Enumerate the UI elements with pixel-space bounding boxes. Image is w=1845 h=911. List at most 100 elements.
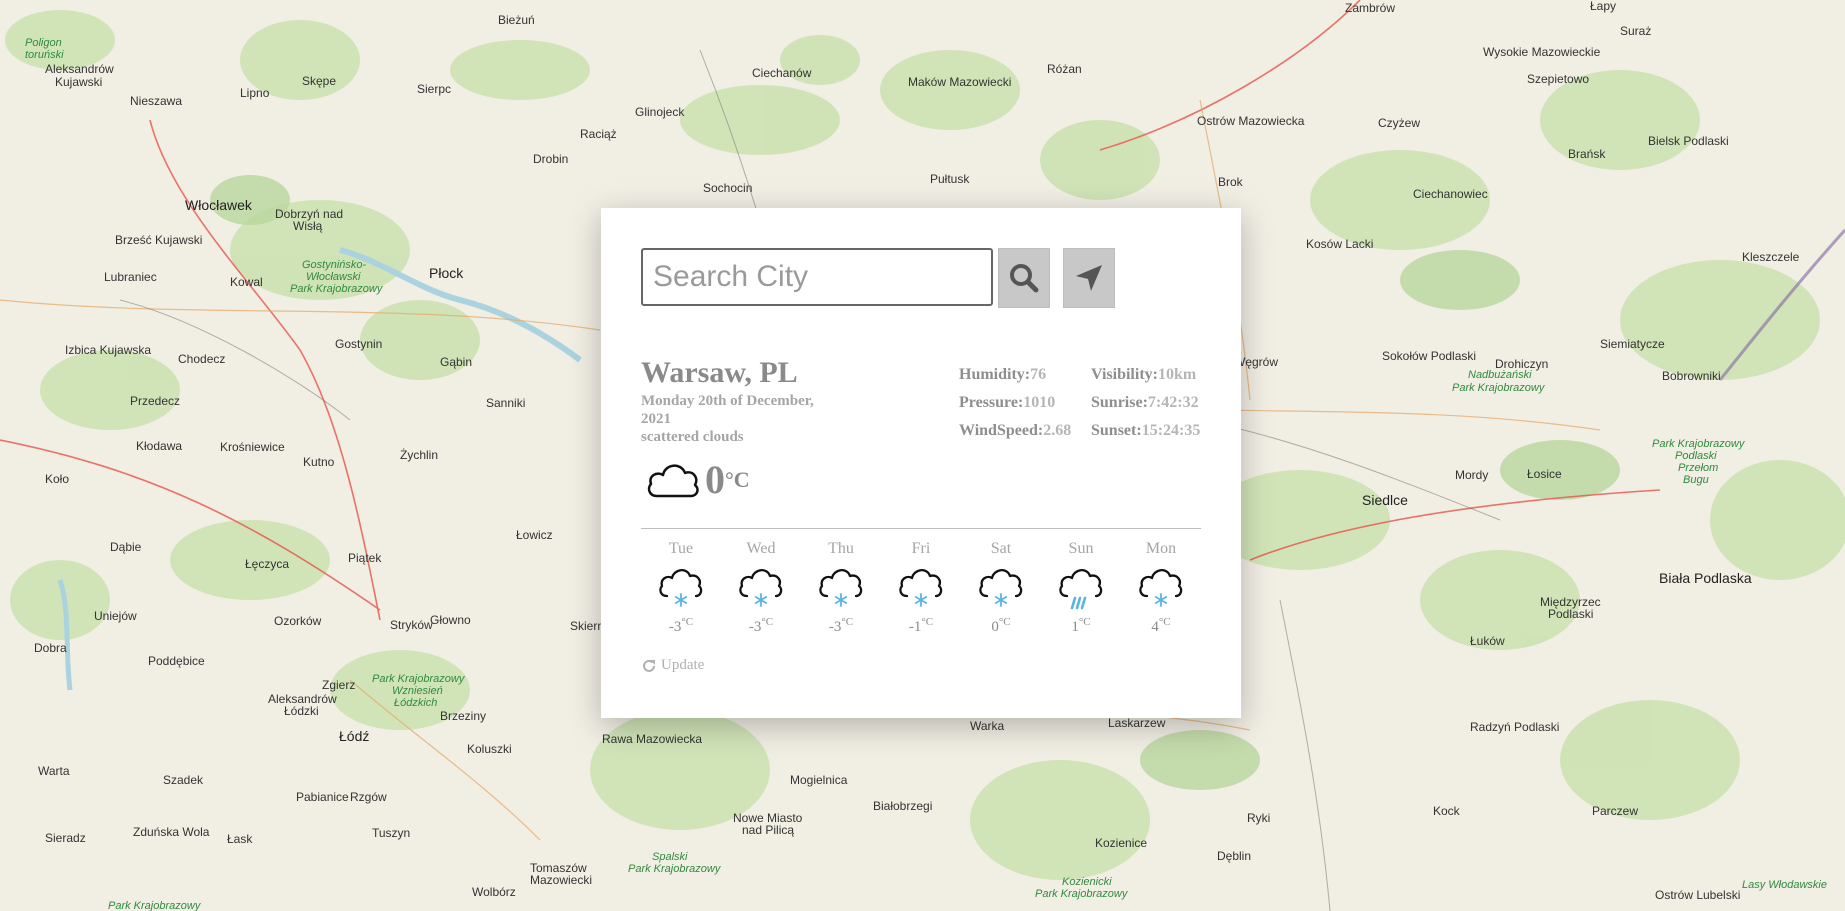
humidity-label: Humidity: xyxy=(959,366,1031,383)
rain-icon xyxy=(1041,560,1121,612)
map-place-label: Bielsk Podlaski xyxy=(1648,134,1729,148)
search-button[interactable] xyxy=(998,248,1050,308)
forecast-temp-unit: °C xyxy=(1078,616,1091,628)
forecast-temp-value: -3 xyxy=(748,619,762,635)
forecast-temp-value: 4 xyxy=(1151,619,1159,635)
map-place-label: Kozienice xyxy=(1095,836,1147,850)
map-place-label: Rzgów xyxy=(350,790,387,804)
humidity-row: Humidity:76 xyxy=(959,366,1091,384)
refresh-icon xyxy=(643,659,655,672)
map-place-label: Brześć Kujawski xyxy=(115,233,202,247)
weather-description: scattered clouds xyxy=(641,429,744,445)
map-park-label: Park Krajobrazowy xyxy=(108,900,202,911)
search-city-input[interactable] xyxy=(641,248,993,306)
forecast-day-temperature: 4°C xyxy=(1121,616,1201,636)
forecast-day-name: Mon xyxy=(1145,540,1177,557)
forecast-temp-value: 0 xyxy=(991,619,999,635)
weather-details: Humidity:76 Visibility:10km Pressure:101… xyxy=(959,366,1211,440)
forecast-day-name: Sun xyxy=(1068,540,1094,557)
map-place-label: Zgierz xyxy=(322,678,355,692)
map-place-label: Parczew xyxy=(1592,804,1638,818)
snow-icon xyxy=(641,560,721,612)
sunset-row: Sunset:15:24:35 xyxy=(1091,422,1211,440)
sunrise-row: Sunrise:7:42:32 xyxy=(1091,394,1211,412)
weather-card: Warsaw, PL Monday 20th of December, 2021… xyxy=(601,208,1241,718)
map-park-label: Park Krajobrazowy xyxy=(372,673,466,685)
humidity-value: 76 xyxy=(1030,366,1047,383)
visibility-value: 10km xyxy=(1157,366,1197,383)
forecast-row: Tue -3°C Wed -3°C Thu -3°C Fri -1°C Sat 0°C Sun 1°C… xyxy=(641,540,1201,636)
pressure-row: Pressure:1010 xyxy=(959,394,1091,412)
forecast-temp-unit: °C xyxy=(1158,616,1171,628)
map-place-label: Kutno xyxy=(303,455,335,469)
current-temperature: 0 xyxy=(705,457,725,502)
cloud-icon xyxy=(647,464,699,498)
update-button[interactable]: Update xyxy=(641,657,704,674)
locate-button[interactable] xyxy=(1063,248,1115,308)
map-place-label: Zambrów xyxy=(1345,1,1395,15)
map-place-label: Łódzki xyxy=(284,704,319,718)
map-place-label: Kleszczele xyxy=(1742,250,1800,264)
map-place-label: Siedlce xyxy=(1362,492,1408,508)
map-place-label: Suraż xyxy=(1620,24,1651,38)
forecast-day: Wed -3°C xyxy=(721,540,801,636)
map-place-label: Podlaski xyxy=(1548,607,1593,621)
map-place-label: Wisłą xyxy=(293,219,323,233)
map-place-label: Białobrzegi xyxy=(873,799,932,813)
map-place-label: Gąbin xyxy=(440,355,472,369)
map-place-label: Poddębice xyxy=(148,654,205,668)
map-park-label: Park Krajobrazowy xyxy=(628,863,722,875)
map-place-label: Kłodawa xyxy=(136,439,182,453)
sunset-value: 15:24:35 xyxy=(1141,422,1201,439)
map-place-label: Ryki xyxy=(1247,811,1270,825)
forecast-day-name: Fri xyxy=(911,540,931,557)
map-place-label: Łuków xyxy=(1470,634,1505,648)
forecast-temp-unit: °C xyxy=(841,616,854,628)
snow-icon xyxy=(801,560,881,612)
map-place-label: Różan xyxy=(1047,62,1082,76)
map-place-label: Głowno xyxy=(430,613,471,627)
map-place-label: Biała Podlaska xyxy=(1659,570,1752,586)
map-place-label: Siemiatycze xyxy=(1600,337,1665,351)
forecast-day-name: Sat xyxy=(990,540,1012,557)
map-place-label: Izbica Kujawska xyxy=(65,343,151,357)
map-place-label: Tuszyn xyxy=(372,826,410,840)
map-place-label: Warta xyxy=(38,764,70,778)
forecast-day: Sun 1°C xyxy=(1041,540,1121,636)
map-park-label: Park Krajobrazowy xyxy=(290,283,384,295)
map-place-label: Dęblin xyxy=(1217,849,1251,863)
map-place-label: Płock xyxy=(429,265,464,281)
map-place-label: Sokołów Podlaski xyxy=(1382,349,1476,363)
map-place-label: Laskarzew xyxy=(1108,716,1166,730)
forecast-day-name: Thu xyxy=(828,540,854,557)
map-place-label: Łapy xyxy=(1590,0,1616,13)
map-place-label: Nieszawa xyxy=(130,94,182,108)
map-place-label: Radzyń Podlaski xyxy=(1470,720,1559,734)
forecast-temp-value: 1 xyxy=(1071,619,1079,635)
map-place-label: Rawa Mazowiecka xyxy=(602,732,702,746)
map-place-label: Krośniewice xyxy=(220,440,285,454)
map-place-label: Pułtusk xyxy=(930,172,970,186)
pressure-label: Pressure: xyxy=(959,394,1024,411)
map-place-label: nad Pilicą xyxy=(742,823,794,837)
map-park-label: Gostynińsko- xyxy=(302,259,367,271)
search-icon xyxy=(1010,264,1039,293)
map-place-label: Ciechanowiec xyxy=(1413,187,1488,201)
map-place-label: Zduńska Wola xyxy=(133,825,210,839)
forecast-temp-unit: °C xyxy=(761,616,774,628)
forecast-day: Mon 4°C xyxy=(1121,540,1201,636)
map-place-label: Czyżew xyxy=(1378,116,1420,130)
map-park-label: Poligon xyxy=(25,37,62,49)
map-park-label: Spalski xyxy=(652,851,688,863)
map-place-label: Raciąż xyxy=(580,127,617,141)
sunrise-label: Sunrise: xyxy=(1091,394,1148,411)
sunrise-value: 7:42:32 xyxy=(1147,394,1199,411)
location-arrow-icon xyxy=(1076,265,1102,291)
map-park-label: Park Krajobrazowy xyxy=(1452,382,1546,394)
forecast-temp-value: -3 xyxy=(668,619,682,635)
snow-icon xyxy=(961,560,1041,612)
map-place-label: Ostrów Mazowiecka xyxy=(1197,114,1305,128)
map-park-label: Park Krajobrazowy xyxy=(1035,888,1129,900)
sunset-label: Sunset: xyxy=(1091,422,1142,439)
current-date: Monday 20th of December, 2021 xyxy=(641,393,814,427)
